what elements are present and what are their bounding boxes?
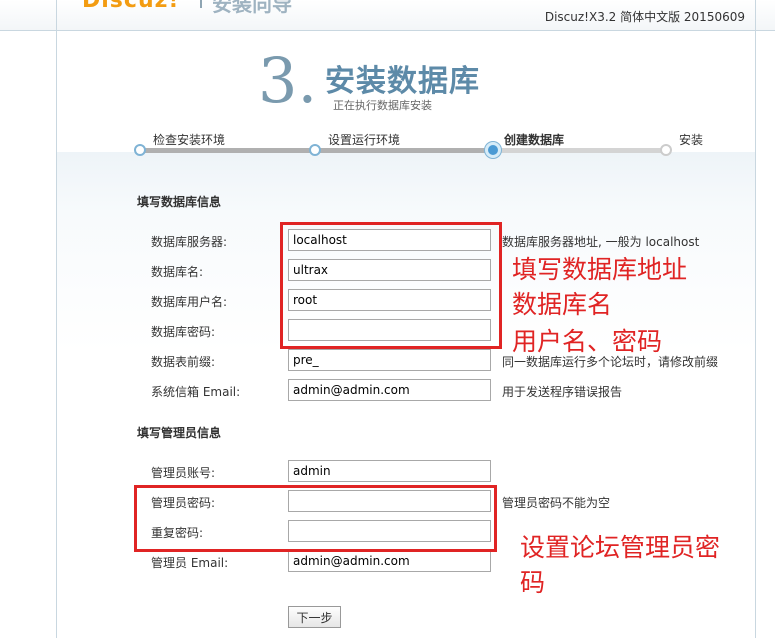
db-name-input[interactable] [288, 259, 491, 281]
frame-right-border [755, 0, 756, 638]
admin-email-input[interactable] [288, 550, 491, 572]
db-host-hint: 数据库服务器地址, 一般为 localhost [502, 235, 700, 249]
db-section-title: 填写数据库信息 [137, 195, 222, 209]
repeat-password-input[interactable] [288, 520, 491, 542]
annotation-db-line1: 填写数据库地址 [512, 255, 688, 284]
db-host-label: 数据库服务器: [151, 235, 228, 249]
db-user-label: 数据库用户名: [151, 295, 228, 309]
admin-password-hint: 管理员密码不能为空 [502, 496, 611, 510]
step-subtitle: 正在执行数据库安装 [333, 99, 432, 112]
annotation-admin-line2: 码 [520, 568, 546, 597]
db-name-label: 数据库名: [151, 265, 204, 279]
next-step-button[interactable]: 下一步 [288, 606, 341, 628]
admin-account-label: 管理员账号: [151, 466, 216, 480]
admin-password-input[interactable] [288, 490, 491, 512]
step-label-setup-env: 设置运行环境 [328, 133, 401, 147]
table-prefix-label: 数据表前缀: [151, 355, 216, 369]
db-user-input[interactable] [288, 289, 491, 311]
annotation-db-line3: 用户名、密码 [512, 327, 663, 356]
admin-password-label: 管理员密码: [151, 496, 216, 510]
step-label-create-db: 创建数据库 [504, 133, 565, 147]
system-email-hint: 用于发送程序错误报告 [502, 385, 623, 399]
step-title: 安装数据库 [325, 64, 480, 99]
logo-divider [200, 0, 202, 8]
annotation-admin-line1: 设置论坛管理员密 [520, 533, 721, 562]
version-label: Discuz!X3.2 简体中文版 20150609 [544, 10, 745, 24]
table-prefix-input[interactable] [288, 349, 491, 371]
annotation-db-line2: 数据库名 [512, 290, 613, 319]
repeat-password-label: 重复密码: [151, 526, 204, 540]
admin-section-title: 填写管理员信息 [137, 426, 222, 440]
step-label-install: 安装 [679, 133, 704, 147]
installer-page: Discuz! 安装向导 Discuz!X3.2 简体中文版 20150609 … [0, 0, 775, 638]
logo-tail-text: 安装向导 [212, 0, 292, 16]
step-dot-setup-env [309, 144, 321, 156]
db-password-input[interactable] [288, 319, 491, 341]
system-email-label: 系统信箱 Email: [151, 385, 241, 399]
system-email-input[interactable] [288, 379, 491, 401]
admin-account-input[interactable] [288, 460, 491, 482]
discuz-logo: Discuz! [82, 0, 180, 13]
step-dot-check-env [134, 144, 146, 156]
step-number: 3. [258, 44, 318, 117]
db-password-label: 数据库密码: [151, 325, 216, 339]
db-host-input[interactable] [288, 229, 491, 251]
top-bar: Discuz! 安装向导 Discuz!X3.2 简体中文版 20150609 [0, 0, 775, 31]
step-label-check-env: 检查安装环境 [153, 133, 226, 147]
step-dot-install [660, 144, 672, 156]
step-dot-create-db [485, 142, 501, 158]
admin-email-label: 管理员 Email: [151, 556, 229, 570]
